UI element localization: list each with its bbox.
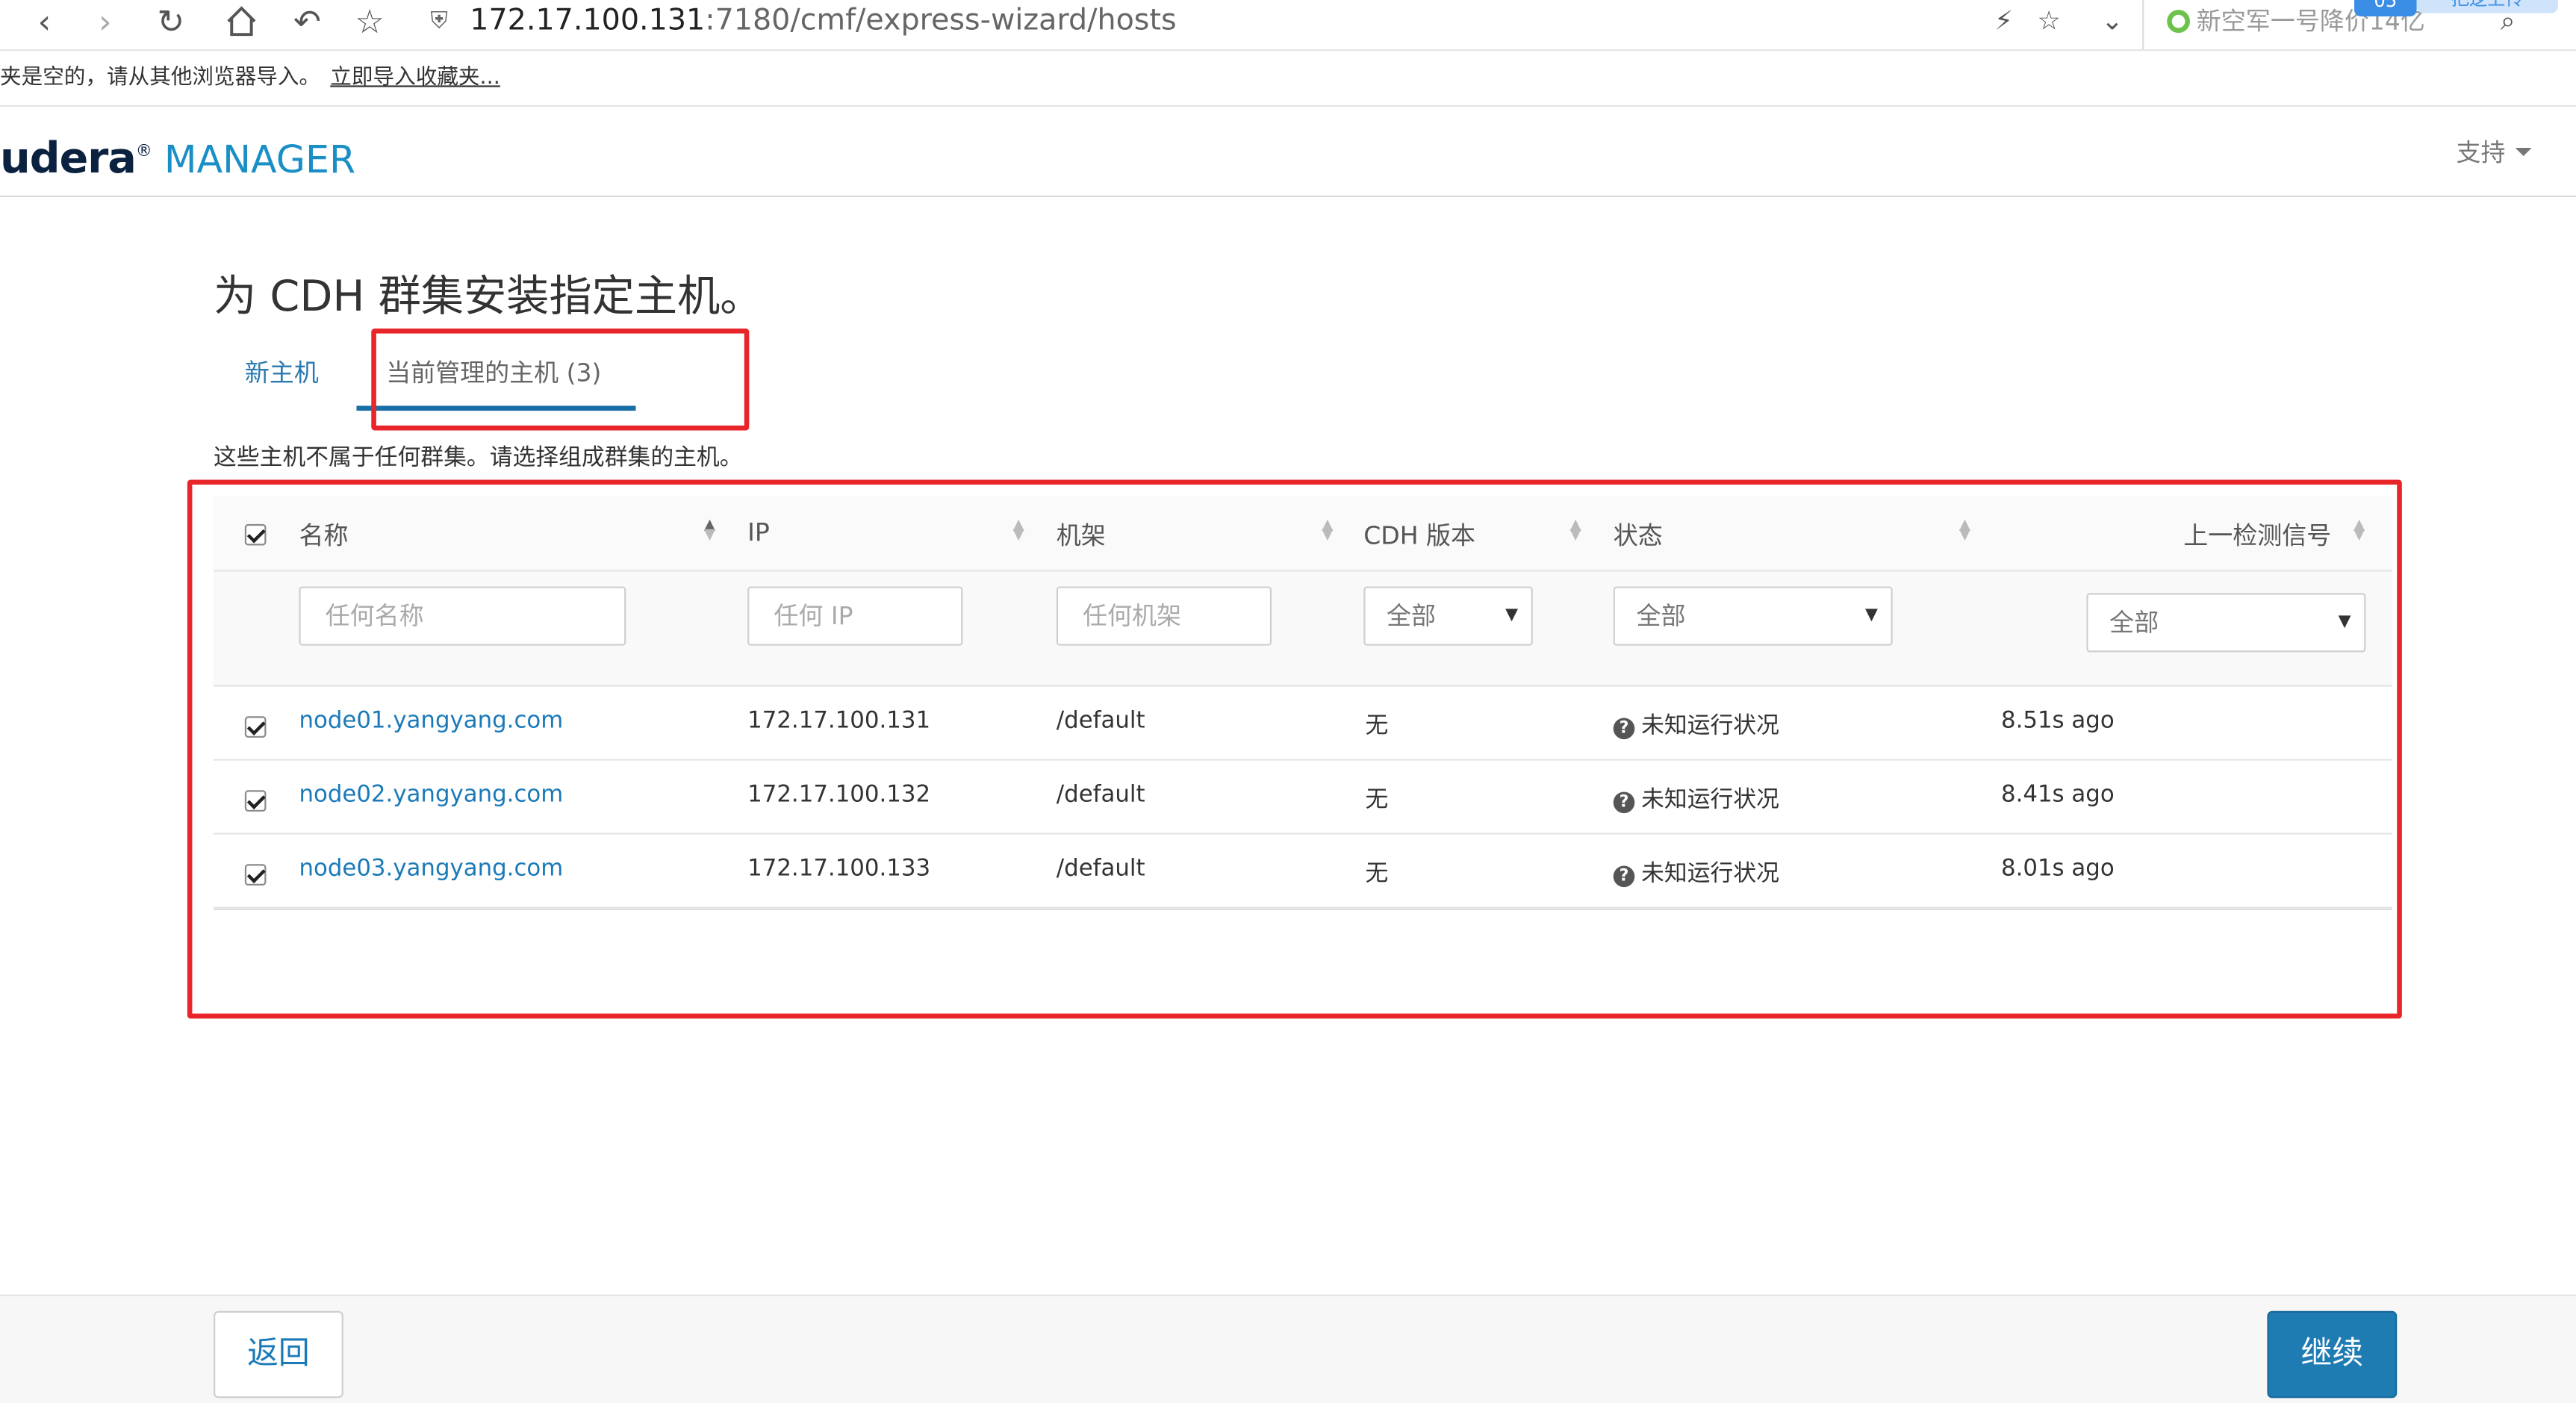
caret-down-icon — [2515, 148, 2532, 157]
search-engine-icon — [2167, 10, 2190, 34]
back-arrow-icon[interactable]: ‹ — [23, 3, 66, 43]
tab-new-hosts[interactable]: 新主机 — [245, 355, 319, 389]
support-menu[interactable]: 支持 — [2456, 134, 2532, 169]
notification-tip[interactable]: 把逻上传 — [2416, 0, 2558, 13]
favorite-star-icon[interactable]: ☆ — [2037, 5, 2061, 37]
instructions-text: 这些主机不属于任何群集。请选择组成群集的主机。 — [214, 445, 743, 472]
bookmark-bar: 夹是空的，请从其他浏览器导入。 立即导入收藏夹... — [0, 51, 2576, 108]
wizard-footer — [0, 1294, 2576, 1403]
reload-icon[interactable]: ↻ — [149, 3, 192, 43]
support-label: 支持 — [2456, 137, 2506, 168]
back-button[interactable]: 返回 — [214, 1310, 343, 1399]
forward-arrow-icon[interactable]: › — [84, 3, 126, 43]
page-title: 为 CDH 群集安装指定主机。 — [214, 273, 763, 323]
lightning-icon[interactable]: ⚡ — [1994, 5, 2013, 37]
undo-icon[interactable]: ↶ — [286, 3, 329, 43]
logo-brand: udera — [0, 134, 137, 184]
tab-highlight-box — [371, 329, 750, 431]
address-bar[interactable]: ⛨ 172.17.100.131:7180/cmf/express-wizard/… — [430, 1, 1176, 44]
cloudera-manager-logo[interactable]: udera® MANAGER — [0, 128, 355, 186]
continue-button[interactable]: 继续 — [2267, 1310, 2398, 1399]
table-highlight-box — [187, 479, 2402, 1019]
shield-icon: ⛨ — [430, 8, 448, 35]
home-icon[interactable] — [220, 3, 263, 43]
notification-badge[interactable]: 05 — [2354, 0, 2417, 17]
app-header — [0, 108, 2576, 198]
url-path: :7180/cmf/express-wizard/hosts — [705, 3, 1177, 38]
bookmark-empty-text: 夹是空的，请从其他浏览器导入。 — [0, 66, 321, 91]
url-host: 172.17.100.131 — [470, 3, 706, 38]
logo-product: ® MANAGER — [135, 140, 356, 183]
import-bookmarks-link[interactable]: 立即导入收藏夹... — [330, 66, 500, 90]
star-bookmark-icon[interactable]: ☆ — [348, 3, 391, 43]
chevron-down-icon[interactable]: ⌄ — [2101, 5, 2123, 37]
